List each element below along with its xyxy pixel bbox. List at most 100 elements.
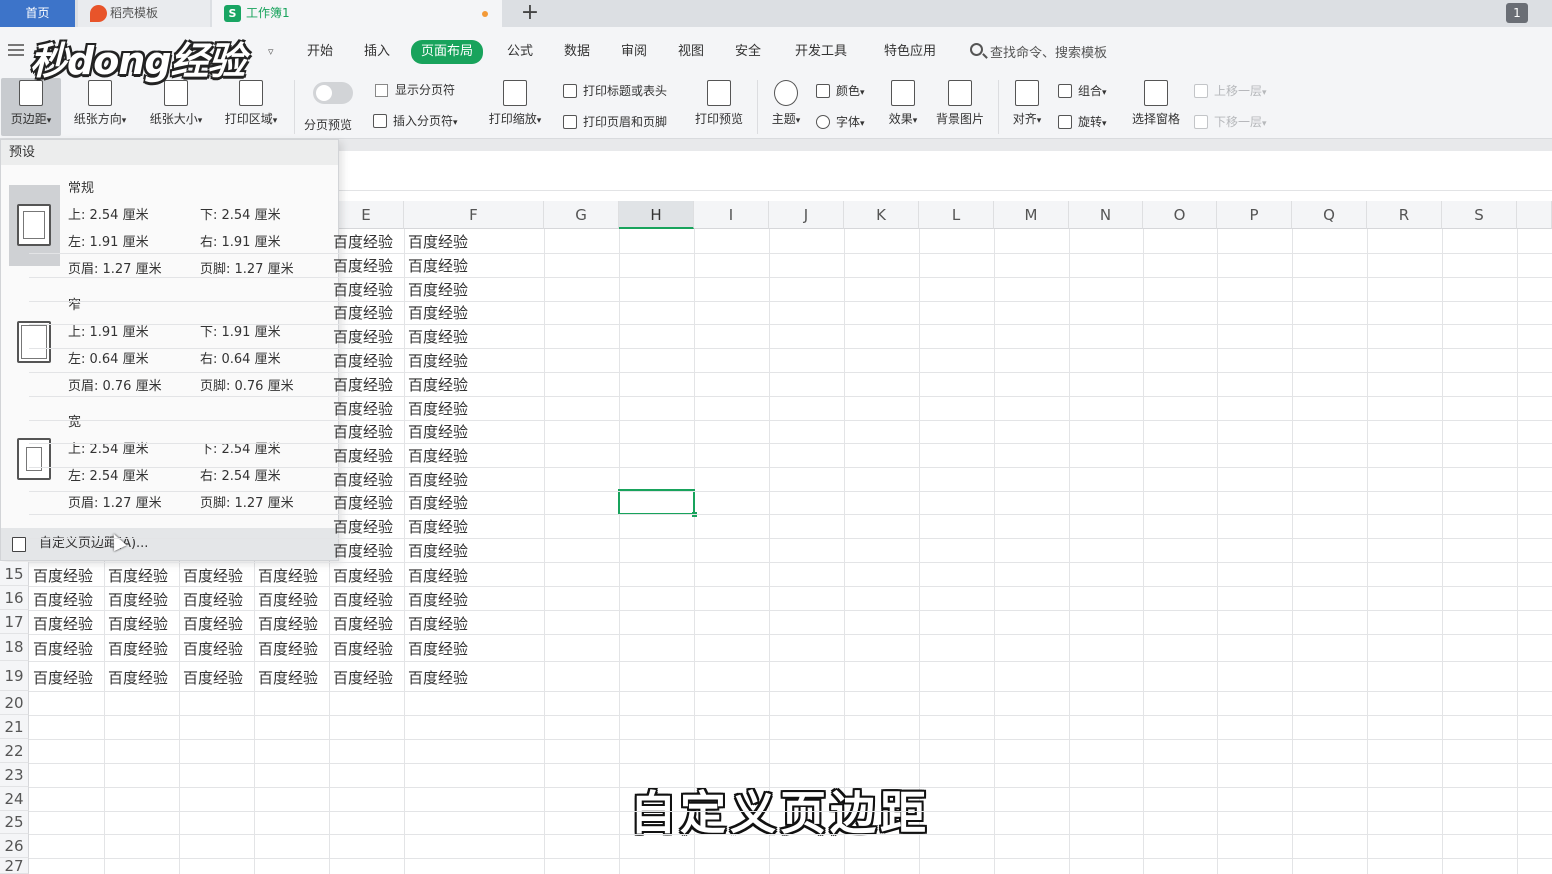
table-cell[interactable]: 百度经验 (329, 565, 404, 586)
table-cell[interactable]: 百度经验 (404, 540, 479, 561)
table-cell[interactable]: 百度经验 (104, 667, 179, 688)
table-cell[interactable]: 百度经验 (29, 589, 104, 610)
table-cell[interactable]: 百度经验 (404, 421, 479, 442)
table-cell[interactable]: 百度经验 (29, 613, 104, 634)
theme-button[interactable]: 主题▾ (765, 80, 807, 127)
table-cell[interactable]: 百度经验 (329, 589, 404, 610)
table-cell[interactable]: 百度经验 (329, 469, 404, 490)
window-count-badge[interactable]: 1 (1506, 3, 1528, 23)
page-break-preview-toggle[interactable] (313, 82, 353, 104)
menu-item-security[interactable]: 安全 (735, 41, 761, 63)
table-cell[interactable]: 百度经验 (404, 398, 479, 419)
column-header-j[interactable]: J (769, 201, 844, 229)
margins-button[interactable]: 页边距▾ (3, 80, 59, 127)
table-cell[interactable]: 百度经验 (404, 492, 479, 513)
table-cell[interactable]: 百度经验 (329, 279, 404, 300)
column-header-n[interactable]: N (1069, 201, 1143, 229)
print-titles-button[interactable]: 打印标题或表头 (563, 81, 667, 101)
table-cell[interactable]: 百度经验 (404, 667, 479, 688)
column-header-t[interactable] (1517, 201, 1552, 229)
print-preview-button[interactable]: 打印预览 (689, 80, 749, 127)
column-header-e[interactable]: E (329, 201, 404, 229)
table-cell[interactable]: 百度经验 (329, 613, 404, 634)
table-cell[interactable]: 百度经验 (179, 613, 254, 634)
column-header-p[interactable]: P (1217, 201, 1292, 229)
show-page-breaks-checkbox[interactable]: 显示分页符 (375, 80, 455, 100)
menu-item-view[interactable]: 视图 (678, 41, 704, 63)
column-header-r[interactable]: R (1367, 201, 1442, 229)
table-cell[interactable]: 百度经验 (254, 565, 329, 586)
menu-item-formulas[interactable]: 公式 (507, 41, 533, 63)
effects-button[interactable]: 效果▾ (882, 80, 924, 127)
table-cell[interactable]: 百度经验 (404, 516, 479, 537)
row-header[interactable]: 23 (0, 763, 29, 787)
row-header[interactable]: 27 (0, 858, 29, 874)
menu-item-developer[interactable]: 开发工具 (795, 41, 847, 63)
table-cell[interactable]: 百度经验 (404, 231, 479, 252)
menu-icon[interactable] (8, 44, 24, 56)
row-header[interactable]: 15 (0, 562, 29, 586)
tab-workbook[interactable]: S 工作簿1 (212, 0, 502, 27)
table-cell[interactable]: 百度经验 (404, 638, 479, 659)
table-cell[interactable]: 百度经验 (104, 589, 179, 610)
paper-size-button[interactable]: 纸张大小▾ (142, 80, 210, 127)
column-header-i[interactable]: I (694, 201, 769, 229)
orientation-button[interactable]: 纸张方向▾ (66, 80, 134, 127)
fonts-button[interactable]: 字体▾ (816, 112, 865, 132)
table-cell[interactable]: 百度经验 (404, 613, 479, 634)
row-header[interactable]: 26 (0, 834, 29, 858)
table-cell[interactable]: 百度经验 (404, 565, 479, 586)
table-cell[interactable]: 百度经验 (404, 445, 479, 466)
table-cell[interactable]: 百度经验 (329, 540, 404, 561)
table-cell[interactable]: 百度经验 (254, 589, 329, 610)
selected-cell[interactable] (618, 489, 697, 517)
table-cell[interactable]: 百度经验 (329, 445, 404, 466)
table-cell[interactable]: 百度经验 (29, 638, 104, 659)
table-cell[interactable]: 百度经验 (404, 469, 479, 490)
table-cell[interactable]: 百度经验 (329, 516, 404, 537)
new-tab-button[interactable]: + (516, 0, 544, 27)
insert-page-break-button[interactable]: 插入分页符▾ (373, 111, 458, 131)
table-cell[interactable]: 百度经验 (254, 667, 329, 688)
bring-forward-button[interactable]: 上移一层▾ (1194, 81, 1267, 101)
row-header[interactable]: 21 (0, 715, 29, 739)
row-header[interactable]: 18 (0, 634, 29, 661)
table-cell[interactable]: 百度经验 (104, 638, 179, 659)
menu-item-home[interactable]: 开始 (307, 41, 333, 63)
colors-button[interactable]: 颜色▾ (816, 81, 865, 101)
table-cell[interactable]: 百度经验 (329, 302, 404, 323)
preset-narrow[interactable]: 窄 上: 1.91 厘米 下: 1.91 厘米 左: 0.64 厘米 右: 0.… (1, 294, 338, 406)
column-header-l[interactable]: L (919, 201, 994, 229)
table-cell[interactable]: 百度经验 (404, 374, 479, 395)
row-header[interactable]: 22 (0, 739, 29, 763)
column-header-f[interactable]: F (404, 201, 544, 229)
menu-item-page-layout[interactable]: 页面布局 (411, 40, 484, 64)
rotate-button[interactable]: 旋转▾ (1058, 112, 1107, 132)
table-cell[interactable]: 百度经验 (104, 565, 179, 586)
table-cell[interactable]: 百度经验 (29, 565, 104, 586)
table-cell[interactable]: 百度经验 (329, 255, 404, 276)
table-cell[interactable]: 百度经验 (329, 231, 404, 252)
menu-item-insert[interactable]: 插入 (364, 41, 390, 63)
table-cell[interactable]: 百度经验 (329, 374, 404, 395)
row-header[interactable]: 17 (0, 610, 29, 634)
align-button[interactable]: 对齐▾ (1006, 80, 1048, 127)
table-cell[interactable]: 百度经验 (329, 326, 404, 347)
row-header[interactable]: 24 (0, 787, 29, 811)
preset-normal[interactable]: 常规 上: 2.54 厘米 下: 2.54 厘米 左: 1.91 厘米 右: 1… (1, 177, 338, 289)
table-cell[interactable]: 百度经验 (329, 398, 404, 419)
table-cell[interactable]: 百度经验 (329, 350, 404, 371)
menu-more-icon[interactable]: ▿ (268, 41, 274, 63)
print-scaling-button[interactable]: 打印缩放▾ (481, 80, 549, 127)
table-cell[interactable]: 百度经验 (179, 565, 254, 586)
table-cell[interactable]: 百度经验 (329, 492, 404, 513)
column-header-q[interactable]: Q (1292, 201, 1367, 229)
table-cell[interactable]: 百度经验 (329, 667, 404, 688)
column-header-h[interactable]: H (619, 201, 694, 229)
group-button[interactable]: 组合▾ (1058, 81, 1107, 101)
column-header-m[interactable]: M (994, 201, 1069, 229)
table-cell[interactable]: 百度经验 (104, 613, 179, 634)
table-cell[interactable]: 百度经验 (404, 279, 479, 300)
row-header[interactable]: 25 (0, 811, 29, 834)
menu-item-data[interactable]: 数据 (564, 41, 590, 63)
